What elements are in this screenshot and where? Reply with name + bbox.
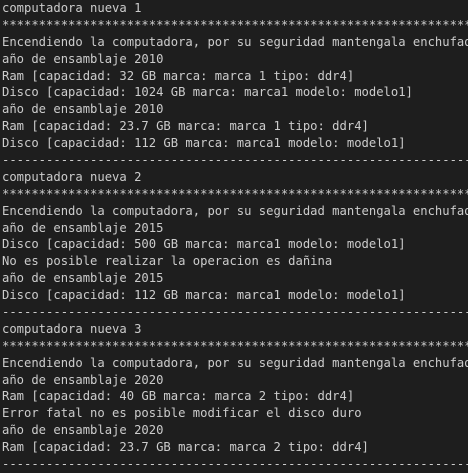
output-line-ram-3b: Ram [capacidad: 23.7 GB marca: marca 2 t…: [2, 440, 369, 455]
terminal-output: computadora nueva 1 ********************…: [2, 0, 468, 473]
output-line-separator-2: ----------------------------------------…: [2, 305, 468, 320]
output-line-separator-3: ----------------------------------------…: [2, 457, 468, 472]
output-line-ram-1a: Ram [capacidad: 32 GB marca: marca 1 tip…: [2, 68, 355, 83]
output-line-title-1: computadora nueva 1: [2, 1, 142, 15]
output-line-stars-3: ****************************************…: [2, 338, 468, 353]
output-line-separator-1: ----------------------------------------…: [2, 153, 468, 168]
output-line-disk-2b: Disco [capacidad: 112 GB marca: marca1 m…: [2, 288, 406, 303]
output-line-error-3: Error fatal no es posible modificar el d…: [2, 406, 362, 421]
output-line-ram-3a: Ram [capacidad: 40 GB marca: marca 2 tip…: [2, 389, 355, 404]
output-line-disk-1b: Disco [capacidad: 112 GB marca: marca1 m…: [2, 136, 406, 151]
output-line-year-2b: año de ensamblaje 2015: [2, 271, 164, 286]
output-line-year-1a: año de ensamblaje 2010: [2, 51, 164, 66]
output-line-disk-1a: Disco [capacidad: 1024 GB marca: marca1 …: [2, 85, 413, 100]
output-line-year-1b: año de ensamblaje 2010: [2, 102, 164, 117]
output-line-boot-3: Encendiendo la computadora, por su segur…: [2, 355, 468, 370]
output-line-boot-1: Encendiendo la computadora, por su segur…: [2, 34, 468, 49]
output-line-year-3b: año de ensamblaje 2020: [2, 423, 164, 438]
output-line-year-3a: año de ensamblaje 2020: [2, 372, 164, 387]
output-line-boot-2: Encendiendo la computadora, por su segur…: [2, 203, 468, 218]
output-line-year-2a: año de ensamblaje 2015: [2, 220, 164, 235]
output-line-warning-2: No es posible realizar la operacion es d…: [2, 254, 333, 269]
output-line-title-2: computadora nueva 2: [2, 169, 142, 184]
output-line-ram-1b: Ram [capacidad: 23.7 GB marca: marca 1 t…: [2, 119, 369, 134]
output-line-disk-2a: Disco [capacidad: 500 GB marca: marca1 m…: [2, 237, 406, 252]
output-line-title-3: computadora nueva 3: [2, 321, 142, 336]
output-line-stars-1: ****************************************…: [2, 17, 468, 32]
output-line-stars-2: ****************************************…: [2, 186, 468, 201]
